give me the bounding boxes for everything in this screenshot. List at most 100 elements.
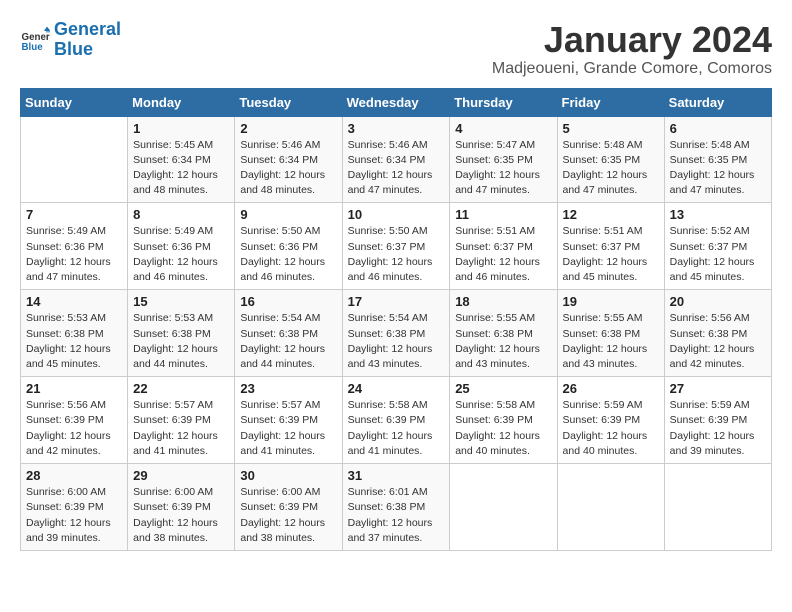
calendar-body: 1Sunrise: 5:45 AMSunset: 6:34 PMDaylight… (21, 116, 772, 550)
calendar-week-row: 7 Sunrise: 5:49 AMSunset: 6:36 PMDaylight… (21, 203, 772, 290)
calendar-cell: 6 Sunrise: 5:48 AMSunset: 6:35 PMDaylight… (664, 116, 771, 203)
calendar-cell: 2 Sunrise: 5:46 AMSunset: 6:34 PMDaylight… (235, 116, 342, 203)
day-info: Sunrise: 5:53 AMSunset: 6:38 PMDaylight:… (133, 311, 229, 372)
calendar-cell: 11Sunrise: 5:51 AMSunset: 6:37 PMDayligh… (450, 203, 557, 290)
day-info: Sunrise: 5:54 AMSunset: 6:38 PMDaylight:… (348, 311, 445, 372)
calendar-cell: 21Sunrise: 5:56 AMSunset: 6:39 PMDayligh… (21, 377, 128, 464)
calendar-cell: 20 Sunrise: 5:56 AMSunset: 6:38 PMDayligh… (664, 290, 771, 377)
day-info: Sunrise: 6:01 AMSunset: 6:38 PMDaylight:… (348, 485, 445, 546)
day-number: 7 (26, 207, 122, 222)
day-info: Sunrise: 5:52 AMSunset: 6:37 PMDaylight:… (670, 224, 766, 285)
day-info: Sunrise: 5:57 AMSunset: 6:39 PMDaylight:… (133, 398, 229, 459)
calendar-cell: 9 Sunrise: 5:50 AMSunset: 6:36 PMDaylight… (235, 203, 342, 290)
page-header: General Blue GeneralBlue January 2024 Ma… (20, 20, 772, 78)
day-number: 8 (133, 207, 229, 222)
calendar-cell: 28 Sunrise: 6:00 AMSunset: 6:39 PMDayligh… (21, 464, 128, 551)
day-info: Sunrise: 5:58 AMSunset: 6:39 PMDaylight:… (348, 398, 445, 459)
day-number: 2 (240, 121, 336, 136)
calendar-day-header: Friday (557, 88, 664, 116)
day-info: Sunrise: 5:48 AMSunset: 6:35 PMDaylight:… (670, 138, 766, 199)
day-number: 17 (348, 294, 445, 309)
calendar-cell: 15 Sunrise: 5:53 AMSunset: 6:38 PMDayligh… (128, 290, 235, 377)
calendar-cell (664, 464, 771, 551)
day-info: Sunrise: 5:57 AMSunset: 6:39 PMDaylight:… (240, 398, 336, 459)
calendar-cell: 25 Sunrise: 5:58 AMSunset: 6:39 PMDayligh… (450, 377, 557, 464)
day-number: 22 (133, 381, 229, 396)
calendar-cell: 31 Sunrise: 6:01 AMSunset: 6:38 PMDayligh… (342, 464, 450, 551)
day-info: Sunrise: 6:00 AMSunset: 6:39 PMDaylight:… (240, 485, 336, 546)
calendar-cell: 17 Sunrise: 5:54 AMSunset: 6:38 PMDayligh… (342, 290, 450, 377)
calendar-week-row: 1Sunrise: 5:45 AMSunset: 6:34 PMDaylight… (21, 116, 772, 203)
calendar-cell: 16Sunrise: 5:54 AMSunset: 6:38 PMDayligh… (235, 290, 342, 377)
calendar-cell (557, 464, 664, 551)
calendar-cell: 1Sunrise: 5:45 AMSunset: 6:34 PMDaylight… (128, 116, 235, 203)
day-info: Sunrise: 5:49 AMSunset: 6:36 PMDaylight:… (26, 224, 122, 285)
day-info: Sunrise: 6:00 AMSunset: 6:39 PMDaylight:… (26, 485, 122, 546)
day-number: 15 (133, 294, 229, 309)
day-number: 29 (133, 468, 229, 483)
day-info: Sunrise: 6:00 AMSunset: 6:39 PMDaylight:… (133, 485, 229, 546)
day-number: 18 (455, 294, 551, 309)
day-info: Sunrise: 5:47 AMSunset: 6:35 PMDaylight:… (455, 138, 551, 199)
day-number: 13 (670, 207, 766, 222)
calendar-cell: 18 Sunrise: 5:55 AMSunset: 6:38 PMDayligh… (450, 290, 557, 377)
calendar-cell: 12Sunrise: 5:51 AMSunset: 6:37 PMDayligh… (557, 203, 664, 290)
day-number: 27 (670, 381, 766, 396)
calendar-cell: 19 Sunrise: 5:55 AMSunset: 6:38 PMDayligh… (557, 290, 664, 377)
day-number: 3 (348, 121, 445, 136)
day-number: 23 (240, 381, 336, 396)
calendar-day-header: Tuesday (235, 88, 342, 116)
day-number: 31 (348, 468, 445, 483)
calendar-title: January 2024 (492, 20, 772, 60)
day-number: 11 (455, 207, 551, 222)
day-number: 25 (455, 381, 551, 396)
calendar-subtitle: Madjeoueni, Grande Comore, Comoros (492, 60, 772, 78)
calendar-cell: 30 Sunrise: 6:00 AMSunset: 6:39 PMDayligh… (235, 464, 342, 551)
day-number: 5 (563, 121, 659, 136)
day-info: Sunrise: 5:45 AMSunset: 6:34 PMDaylight:… (133, 138, 229, 199)
day-info: Sunrise: 5:55 AMSunset: 6:38 PMDaylight:… (563, 311, 659, 372)
calendar-week-row: 28 Sunrise: 6:00 AMSunset: 6:39 PMDayligh… (21, 464, 772, 551)
day-number: 9 (240, 207, 336, 222)
calendar-day-header: Saturday (664, 88, 771, 116)
day-number: 6 (670, 121, 766, 136)
logo-text: GeneralBlue (54, 20, 121, 60)
day-info: Sunrise: 5:59 AMSunset: 6:39 PMDaylight:… (670, 398, 766, 459)
calendar-cell: 27 Sunrise: 5:59 AMSunset: 6:39 PMDayligh… (664, 377, 771, 464)
day-info: Sunrise: 5:54 AMSunset: 6:38 PMDaylight:… (240, 311, 336, 372)
day-info: Sunrise: 5:49 AMSunset: 6:36 PMDaylight:… (133, 224, 229, 285)
day-number: 10 (348, 207, 445, 222)
day-info: Sunrise: 5:56 AMSunset: 6:39 PMDaylight:… (26, 398, 122, 459)
day-info: Sunrise: 5:56 AMSunset: 6:38 PMDaylight:… (670, 311, 766, 372)
calendar-cell: 26Sunrise: 5:59 AMSunset: 6:39 PMDayligh… (557, 377, 664, 464)
svg-text:Blue: Blue (22, 42, 44, 53)
day-info: Sunrise: 5:58 AMSunset: 6:39 PMDaylight:… (455, 398, 551, 459)
day-info: Sunrise: 5:46 AMSunset: 6:34 PMDaylight:… (240, 138, 336, 199)
day-number: 20 (670, 294, 766, 309)
calendar-cell: 22 Sunrise: 5:57 AMSunset: 6:39 PMDayligh… (128, 377, 235, 464)
day-info: Sunrise: 5:55 AMSunset: 6:38 PMDaylight:… (455, 311, 551, 372)
calendar-day-header: Monday (128, 88, 235, 116)
calendar-cell: 5Sunrise: 5:48 AMSunset: 6:35 PMDaylight… (557, 116, 664, 203)
day-number: 24 (348, 381, 445, 396)
day-number: 30 (240, 468, 336, 483)
day-number: 19 (563, 294, 659, 309)
day-info: Sunrise: 5:59 AMSunset: 6:39 PMDaylight:… (563, 398, 659, 459)
calendar-table: SundayMondayTuesdayWednesdayThursdayFrid… (20, 88, 772, 551)
calendar-cell (21, 116, 128, 203)
calendar-cell: 23 Sunrise: 5:57 AMSunset: 6:39 PMDayligh… (235, 377, 342, 464)
calendar-cell: 4Sunrise: 5:47 AMSunset: 6:35 PMDaylight… (450, 116, 557, 203)
day-info: Sunrise: 5:50 AMSunset: 6:36 PMDaylight:… (240, 224, 336, 285)
day-info: Sunrise: 5:53 AMSunset: 6:38 PMDaylight:… (26, 311, 122, 372)
calendar-cell: 13 Sunrise: 5:52 AMSunset: 6:37 PMDayligh… (664, 203, 771, 290)
calendar-cell: 14Sunrise: 5:53 AMSunset: 6:38 PMDayligh… (21, 290, 128, 377)
calendar-day-header: Sunday (21, 88, 128, 116)
calendar-day-header: Wednesday (342, 88, 450, 116)
logo: General Blue GeneralBlue (20, 20, 121, 60)
calendar-week-row: 14Sunrise: 5:53 AMSunset: 6:38 PMDayligh… (21, 290, 772, 377)
day-number: 28 (26, 468, 122, 483)
title-block: January 2024 Madjeoueni, Grande Comore, … (492, 20, 772, 78)
calendar-cell: 7 Sunrise: 5:49 AMSunset: 6:36 PMDaylight… (21, 203, 128, 290)
calendar-cell: 3Sunrise: 5:46 AMSunset: 6:34 PMDaylight… (342, 116, 450, 203)
calendar-header-row: SundayMondayTuesdayWednesdayThursdayFrid… (21, 88, 772, 116)
